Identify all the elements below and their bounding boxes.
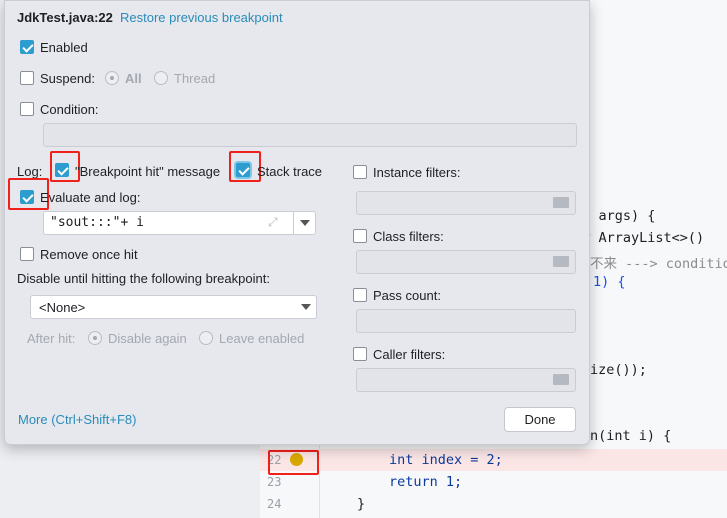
- pass-count-label: Pass count:: [373, 288, 441, 303]
- instance-filters-checkbox[interactable]: [353, 165, 367, 179]
- done-button[interactable]: Done: [504, 407, 576, 432]
- suspend-checkbox[interactable]: [20, 71, 34, 85]
- instance-filters-label: Instance filters:: [373, 165, 461, 180]
- class-filters-label: Class filters:: [373, 229, 444, 244]
- suspend-thread-label: Thread: [174, 71, 216, 86]
- enabled-checkbox[interactable]: [20, 40, 34, 54]
- disable-until-label: Disable until hitting the following brea…: [17, 271, 270, 286]
- log-label: Log:: [17, 164, 43, 179]
- folder-icon[interactable]: [553, 256, 569, 267]
- chevron-down-icon[interactable]: [300, 220, 310, 226]
- condition-input[interactable]: [43, 123, 577, 147]
- breakpoint-popup: JdkTest.java:22 Restore previous breakpo…: [4, 0, 590, 445]
- caller-filters-checkbox[interactable]: [353, 347, 367, 361]
- stack-trace-label: Stack trace: [257, 164, 323, 179]
- code-line: 1) {: [593, 274, 626, 290]
- code-comment: 不来 ---> condition: [590, 256, 727, 272]
- condition-checkbox[interactable]: [20, 102, 34, 116]
- condition-label: Condition:: [40, 102, 99, 117]
- code-line: return 1;: [389, 474, 463, 490]
- pass-count-checkbox[interactable]: [353, 288, 367, 302]
- breakpoint-dropdown[interactable]: <None>: [30, 295, 317, 319]
- suspend-all-label: All: [125, 71, 142, 86]
- after-hit-label: After hit:: [27, 331, 76, 346]
- class-filters-input[interactable]: [356, 250, 576, 274]
- disable-again-radio[interactable]: [88, 331, 102, 345]
- chevron-down-icon: [301, 304, 311, 310]
- popup-title: JdkTest.java:22: [17, 10, 113, 25]
- code-line: ize());: [590, 362, 647, 378]
- code-line: }: [357, 496, 366, 512]
- line-number: 24: [267, 497, 282, 511]
- folder-icon[interactable]: [553, 197, 569, 208]
- remove-once-hit-label: Remove once hit: [40, 247, 138, 262]
- expand-icon[interactable]: ⤢: [268, 215, 278, 230]
- instance-filters-input[interactable]: [356, 191, 576, 215]
- enabled-label: Enabled: [40, 40, 88, 55]
- suspend-thread-radio[interactable]: [154, 71, 168, 85]
- folder-icon[interactable]: [553, 374, 569, 385]
- caller-filters-input[interactable]: [356, 368, 576, 392]
- breakpoint-dropdown-value: <None>: [39, 300, 86, 315]
- suspend-all-radio[interactable]: [105, 71, 119, 85]
- restore-breakpoint-link[interactable]: Restore previous breakpoint: [120, 10, 283, 25]
- evaluate-expression-input[interactable]: "sout:::"+ i ⤢: [43, 211, 316, 235]
- more-link[interactable]: More (Ctrl+Shift+F8): [18, 412, 136, 427]
- line-number: 23: [267, 475, 282, 489]
- evaluate-expression-value: "sout:::"+ i: [50, 215, 144, 230]
- caller-filters-label: Caller filters:: [373, 347, 446, 362]
- highlight-box: [268, 450, 319, 475]
- evaluate-and-log-label: Evaluate and log:: [40, 190, 141, 205]
- suspend-label: Suspend:: [40, 71, 95, 86]
- code-line: n(int i) {: [590, 428, 672, 444]
- class-filters-checkbox[interactable]: [353, 229, 367, 243]
- leave-enabled-label: Leave enabled: [219, 331, 305, 346]
- leave-enabled-radio[interactable]: [199, 331, 213, 345]
- breakpoint-hit-message-label: "Breakpoint hit" message: [75, 164, 221, 179]
- code-line: int index = 2;: [389, 452, 503, 468]
- disable-again-label: Disable again: [108, 331, 187, 346]
- pass-count-input[interactable]: [356, 309, 576, 333]
- remove-once-hit-checkbox[interactable]: [20, 247, 34, 261]
